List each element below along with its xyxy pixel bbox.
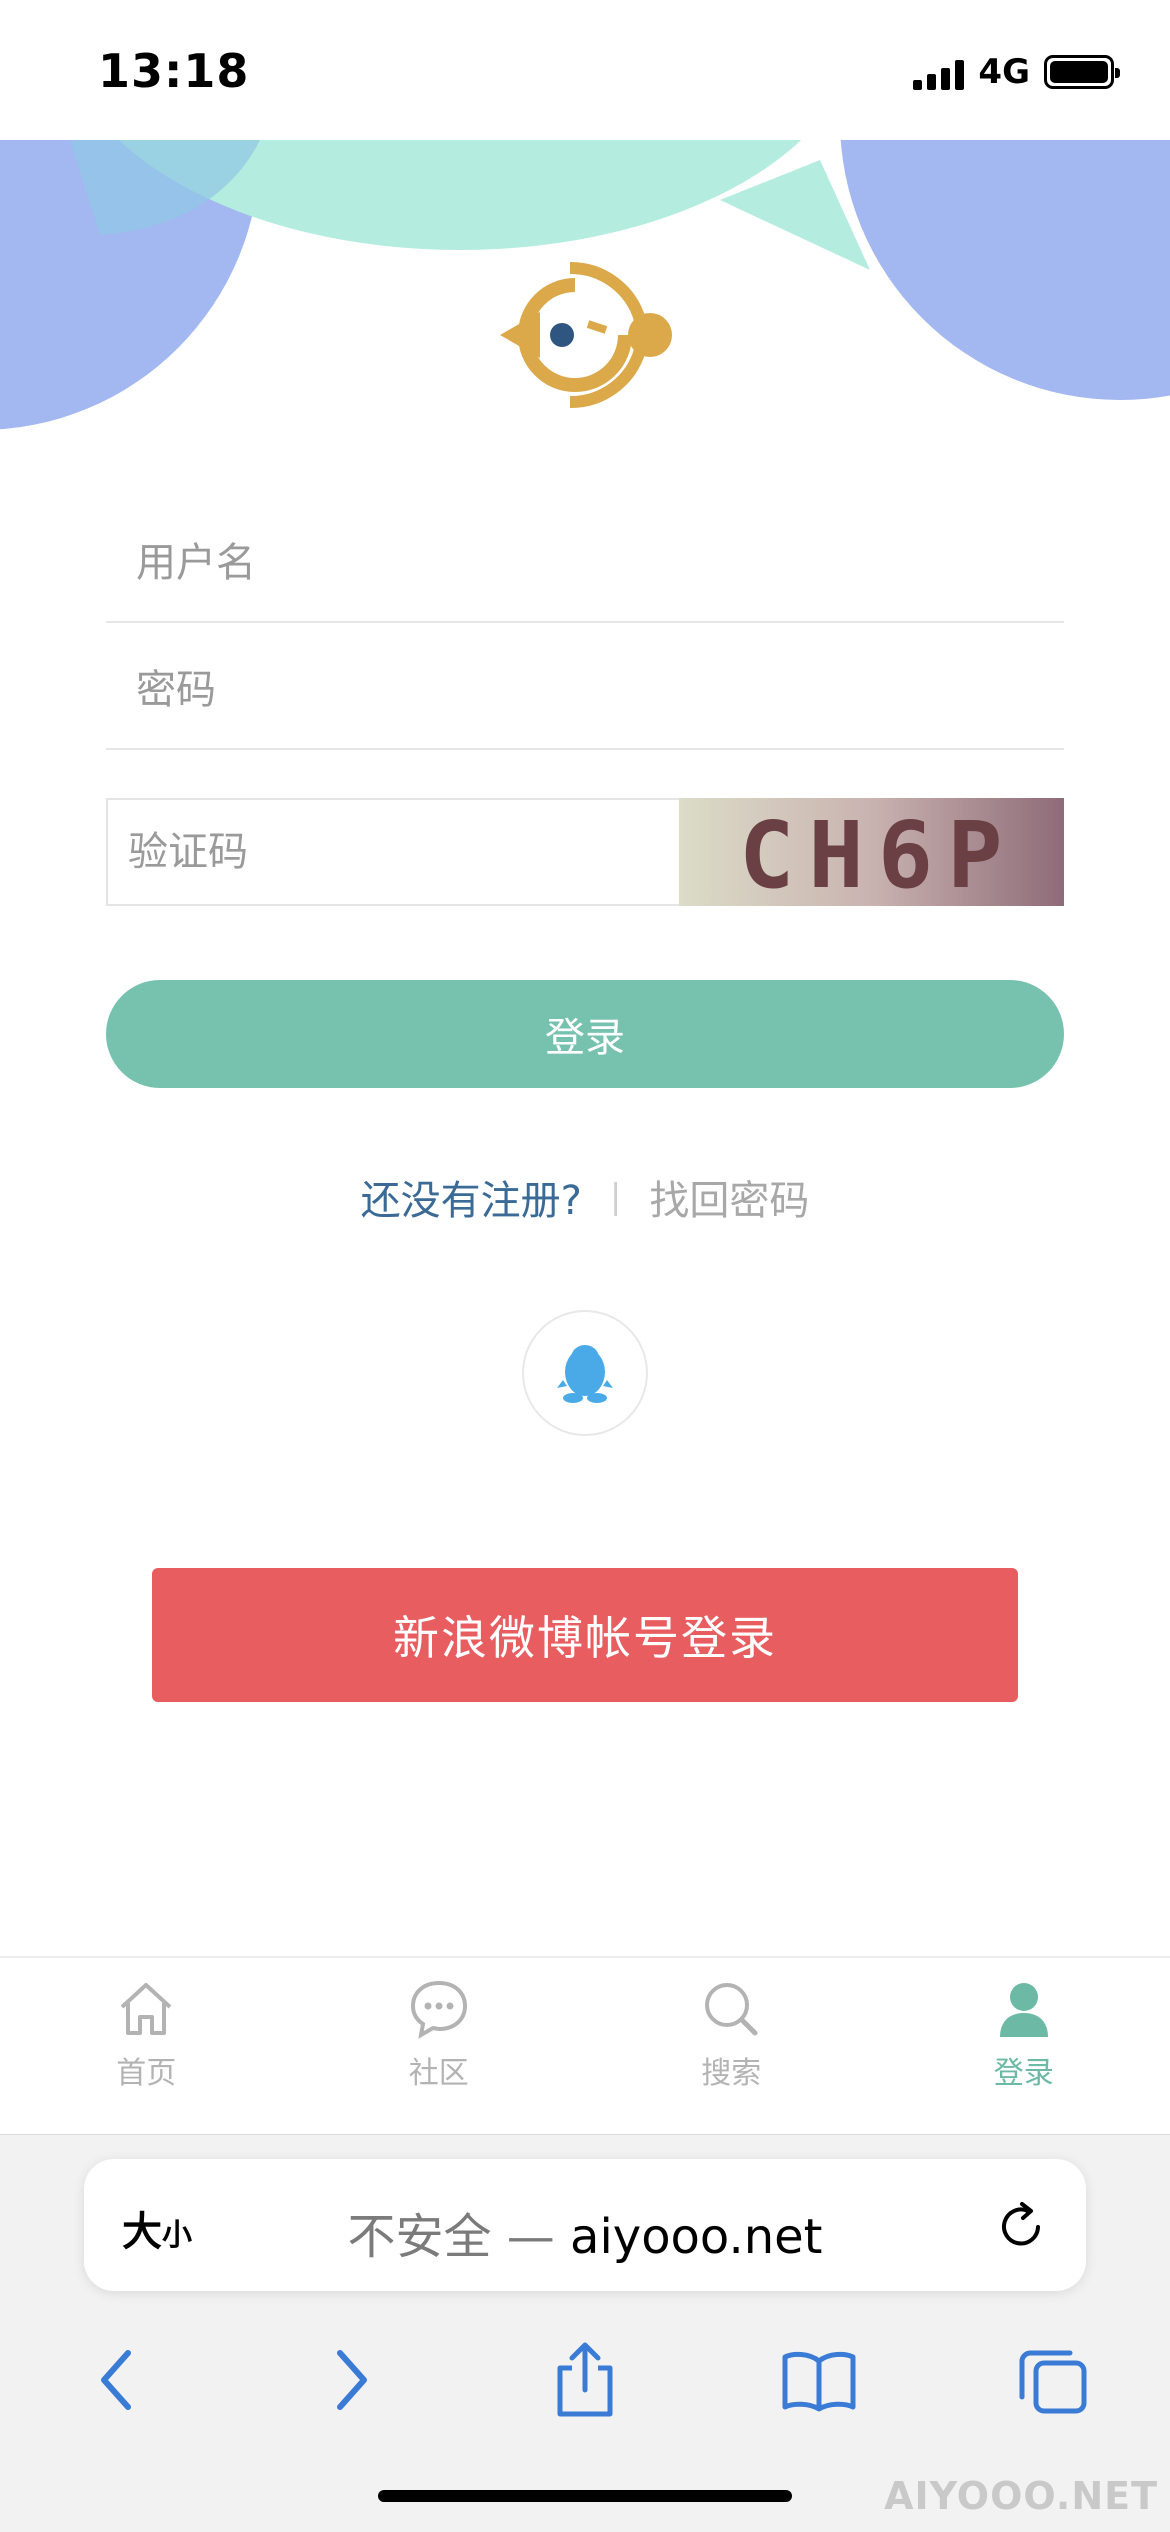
link-separator: | (609, 1177, 622, 1217)
captcha-code: CH6P (739, 802, 1017, 906)
tabs-icon[interactable] (1003, 2330, 1103, 2430)
address-bar[interactable]: 大小 不安全 — aiyooo.net (84, 2159, 1086, 2291)
status-time: 13:18 (98, 44, 250, 98)
browser-chrome: 大小 不安全 — aiyooo.net (0, 2134, 1170, 2532)
status-bar: 13:18 4G (0, 0, 1170, 140)
url-domain: aiyooo.net (570, 2209, 823, 2265)
home-icon (111, 1974, 181, 2044)
tab-community[interactable]: 社区 (293, 1958, 586, 2134)
tab-label: 搜索 (701, 2056, 762, 2091)
forgot-password-link[interactable]: 找回密码 (649, 1168, 809, 1226)
tab-search[interactable]: 搜索 (585, 1958, 878, 2134)
account-links: 还没有注册? | 找回密码 (0, 1168, 1170, 1226)
tab-label: 首页 (116, 2056, 177, 2091)
captcha-input[interactable] (108, 800, 679, 904)
bookmarks-icon[interactable] (769, 2330, 869, 2430)
forward-icon[interactable] (301, 2330, 401, 2430)
username-input[interactable] (106, 505, 1064, 621)
bottom-tab-bar: 首页 社区 搜索 登录 (0, 1956, 1170, 2134)
browser-toolbar (0, 2325, 1170, 2435)
share-icon[interactable] (535, 2330, 635, 2430)
watermark: AIYOOO.NET (884, 2474, 1158, 2518)
chat-bubble-icon (404, 1974, 474, 2044)
qq-penguin-icon (557, 1345, 613, 1403)
captcha-row: CH6P (106, 798, 1064, 906)
username-field-row (106, 505, 1064, 623)
reload-icon[interactable] (994, 2197, 1050, 2253)
tab-label: 登录 (993, 2056, 1054, 2091)
qq-login-button[interactable] (522, 1310, 648, 1436)
captcha-image[interactable]: CH6P (679, 798, 1064, 906)
tab-home[interactable]: 首页 (0, 1958, 293, 2134)
password-input[interactable] (106, 632, 1064, 748)
register-link[interactable]: 还没有注册? (361, 1168, 582, 1226)
login-button[interactable]: 登录 (106, 980, 1064, 1088)
password-field-row (106, 632, 1064, 750)
tab-label: 社区 (408, 2056, 469, 2091)
captcha-field (106, 798, 679, 906)
site-logo (490, 250, 680, 420)
tab-login[interactable]: 登录 (878, 1958, 1170, 2134)
signal-icon (913, 54, 965, 90)
battery-icon (1044, 55, 1120, 89)
insecure-label: 不安全 — (347, 2209, 555, 2265)
status-icons: 4G (913, 52, 1120, 92)
url-display: 不安全 — aiyooo.net (84, 2197, 1086, 2267)
weibo-login-button[interactable]: 新浪微博帐号登录 (152, 1568, 1018, 1702)
back-icon[interactable] (67, 2330, 167, 2430)
network-label: 4G (978, 52, 1030, 92)
search-icon (696, 1974, 766, 2044)
user-icon (989, 1974, 1059, 2044)
home-indicator (378, 2490, 792, 2502)
